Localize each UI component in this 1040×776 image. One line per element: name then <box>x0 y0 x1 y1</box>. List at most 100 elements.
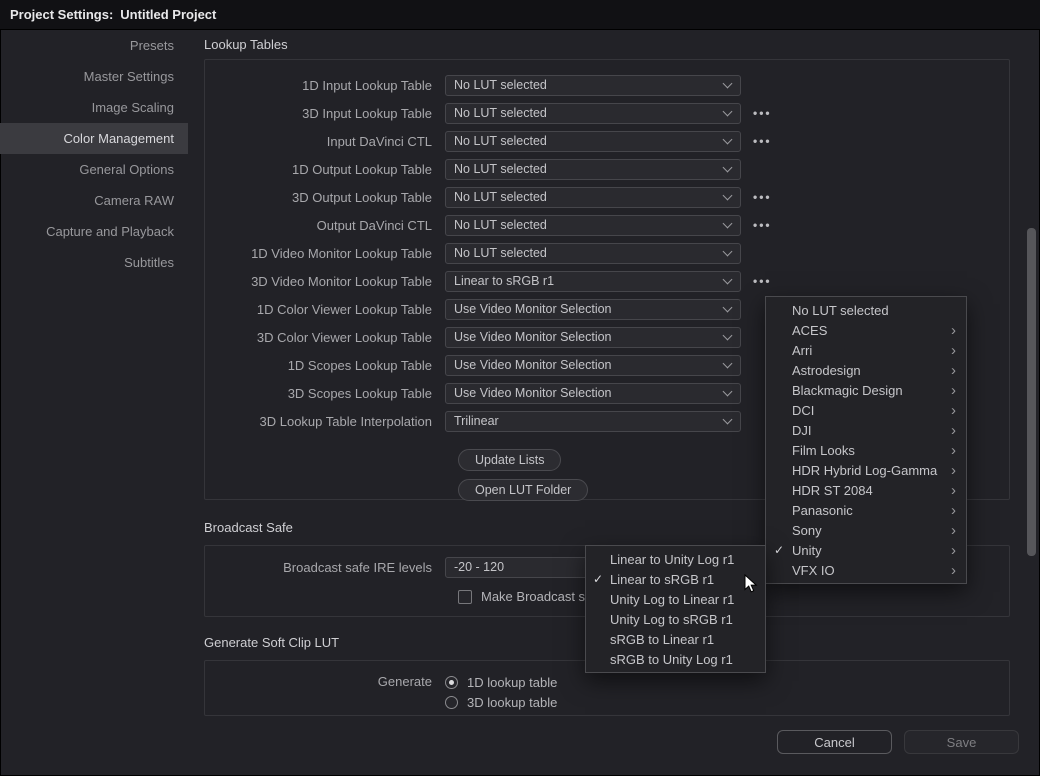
dropdown-value: Use Video Monitor Selection <box>454 302 612 316</box>
more-options-button[interactable]: ••• <box>753 218 772 232</box>
sidebar-item-capture-playback[interactable]: Capture and Playback <box>0 216 188 247</box>
menu-item-label: VFX IO <box>792 563 835 578</box>
make-broadcast-safe-checkbox[interactable] <box>458 590 472 604</box>
menu-item-dci[interactable]: DCI › <box>766 400 966 420</box>
input-davinci-ctl-dropdown[interactable]: No LUT selected <box>445 131 741 152</box>
menu-item-hdr-st2084[interactable]: HDR ST 2084 › <box>766 480 966 500</box>
menu-item-label: Film Looks <box>792 443 855 458</box>
submenu-chevron-icon: › <box>951 343 956 358</box>
dropdown-value: Use Video Monitor Selection <box>454 330 612 344</box>
dropdown-value: No LUT selected <box>454 134 547 148</box>
1d-scopes-lut-dropdown[interactable]: Use Video Monitor Selection <box>445 355 741 376</box>
submenu-chevron-icon: › <box>951 363 956 378</box>
cancel-button[interactable]: Cancel <box>777 730 892 754</box>
3d-video-monitor-lut-dropdown[interactable]: Linear to sRGB r1 <box>445 271 741 292</box>
menu-item-film-looks[interactable]: Film Looks › <box>766 440 966 460</box>
row-label: Generate <box>205 672 445 712</box>
3d-scopes-lut-dropdown[interactable]: Use Video Monitor Selection <box>445 383 741 404</box>
row-label: 3D Output Lookup Table <box>205 190 445 205</box>
sidebar-item-presets[interactable]: Presets <box>0 30 188 61</box>
submenu-chevron-icon: › <box>951 543 956 558</box>
generate-radio-group: 1D lookup table 3D lookup table <box>445 672 557 712</box>
sidebar-item-camera-raw[interactable]: Camera RAW <box>0 185 188 216</box>
row-label: 3D Scopes Lookup Table <box>205 386 445 401</box>
submenu-item-srgb-to-unity-log[interactable]: sRGB to Unity Log r1 <box>586 649 765 669</box>
radio-option-1d[interactable]: 1D lookup table <box>445 672 557 692</box>
menu-item-aces[interactable]: ACES › <box>766 320 966 340</box>
broadcast-safe-header: Broadcast Safe <box>204 520 293 535</box>
submenu-chevron-icon: › <box>951 503 956 518</box>
submenu-item-unity-log-to-srgb[interactable]: Unity Log to sRGB r1 <box>586 609 765 629</box>
dropdown-value: No LUT selected <box>454 106 547 120</box>
chevron-down-icon <box>723 135 733 145</box>
menu-item-arri[interactable]: Arri › <box>766 340 966 360</box>
menu-item-astrodesign[interactable]: Astrodesign › <box>766 360 966 380</box>
1d-video-monitor-lut-dropdown[interactable]: No LUT selected <box>445 243 741 264</box>
submenu-item-linear-to-srgb[interactable]: ✓ Linear to sRGB r1 <box>586 569 765 589</box>
unity-lut-submenu: Linear to Unity Log r1 ✓ Linear to sRGB … <box>585 545 766 673</box>
menu-item-vfx-io[interactable]: VFX IO › <box>766 560 966 580</box>
dropdown-value: Linear to sRGB r1 <box>454 274 554 288</box>
dropdown-value: Use Video Monitor Selection <box>454 386 612 400</box>
menu-item-hdr-hlg[interactable]: HDR Hybrid Log-Gamma › <box>766 460 966 480</box>
menu-item-label: Unity <box>792 543 822 558</box>
1d-color-viewer-lut-dropdown[interactable]: Use Video Monitor Selection <box>445 299 741 320</box>
more-options-button[interactable]: ••• <box>753 274 772 288</box>
row-3d-output-lut: 3D Output Lookup Table No LUT selected •… <box>205 183 1009 211</box>
radio-label: 3D lookup table <box>467 695 557 710</box>
update-lists-button[interactable]: Update Lists <box>458 449 561 471</box>
submenu-chevron-icon: › <box>951 523 956 538</box>
more-options-button[interactable]: ••• <box>753 190 772 204</box>
menu-item-label: Linear to sRGB r1 <box>610 572 714 587</box>
row-label: 1D Output Lookup Table <box>205 162 445 177</box>
3d-color-viewer-lut-dropdown[interactable]: Use Video Monitor Selection <box>445 327 741 348</box>
output-davinci-ctl-dropdown[interactable]: No LUT selected <box>445 215 741 236</box>
menu-item-label: Arri <box>792 343 812 358</box>
dropdown-value: No LUT selected <box>454 190 547 204</box>
chevron-down-icon <box>723 247 733 257</box>
radio-option-3d[interactable]: 3D lookup table <box>445 692 557 712</box>
row-label: Input DaVinci CTL <box>205 134 445 149</box>
1d-input-lut-dropdown[interactable]: No LUT selected <box>445 75 741 96</box>
submenu-item-srgb-to-linear[interactable]: sRGB to Linear r1 <box>586 629 765 649</box>
3d-lut-interpolation-dropdown[interactable]: Trilinear <box>445 411 741 432</box>
radio-button-icon[interactable] <box>445 696 458 709</box>
chevron-down-icon <box>723 219 733 229</box>
vertical-scrollbar-thumb[interactable] <box>1027 228 1036 556</box>
radio-button-icon[interactable] <box>445 676 458 689</box>
row-label: 3D Color Viewer Lookup Table <box>205 330 445 345</box>
sidebar-item-subtitles[interactable]: Subtitles <box>0 247 188 278</box>
dialog-title: Project Settings: <box>10 7 113 22</box>
menu-item-blackmagic[interactable]: Blackmagic Design › <box>766 380 966 400</box>
chevron-down-icon <box>723 191 733 201</box>
row-generate: Generate 1D lookup table 3D lookup table <box>205 672 1009 712</box>
row-label: 1D Color Viewer Lookup Table <box>205 302 445 317</box>
3d-output-lut-dropdown[interactable]: No LUT selected <box>445 187 741 208</box>
row-output-davinci-ctl: Output DaVinci CTL No LUT selected ••• <box>205 211 1009 239</box>
row-1d-input-lut: 1D Input Lookup Table No LUT selected <box>205 71 1009 99</box>
1d-output-lut-dropdown[interactable]: No LUT selected <box>445 159 741 180</box>
more-options-button[interactable]: ••• <box>753 106 772 120</box>
menu-item-panasonic[interactable]: Panasonic › <box>766 500 966 520</box>
sidebar-item-general-options[interactable]: General Options <box>0 154 188 185</box>
submenu-item-linear-to-unity-log[interactable]: Linear to Unity Log r1 <box>586 549 765 569</box>
3d-input-lut-dropdown[interactable]: No LUT selected <box>445 103 741 124</box>
sidebar-item-master-settings[interactable]: Master Settings <box>0 61 188 92</box>
more-options-button[interactable]: ••• <box>753 134 772 148</box>
dropdown-value: No LUT selected <box>454 162 547 176</box>
menu-item-label: HDR Hybrid Log-Gamma <box>792 463 937 478</box>
menu-item-unity[interactable]: ✓ Unity › <box>766 540 966 560</box>
submenu-item-unity-log-to-linear[interactable]: Unity Log to Linear r1 <box>586 589 765 609</box>
menu-item-dji[interactable]: DJI › <box>766 420 966 440</box>
submenu-chevron-icon: › <box>951 563 956 578</box>
row-1d-output-lut: 1D Output Lookup Table No LUT selected <box>205 155 1009 183</box>
sidebar-item-color-management[interactable]: Color Management <box>0 123 188 154</box>
save-button[interactable]: Save <box>904 730 1019 754</box>
menu-item-sony[interactable]: Sony › <box>766 520 966 540</box>
open-lut-folder-button[interactable]: Open LUT Folder <box>458 479 588 501</box>
menu-item-no-lut[interactable]: No LUT selected <box>766 300 966 320</box>
sidebar-item-image-scaling[interactable]: Image Scaling <box>0 92 188 123</box>
dropdown-value: Trilinear <box>454 414 499 428</box>
soft-clip-header: Generate Soft Clip LUT <box>204 635 339 650</box>
menu-item-label: DJI <box>792 423 812 438</box>
